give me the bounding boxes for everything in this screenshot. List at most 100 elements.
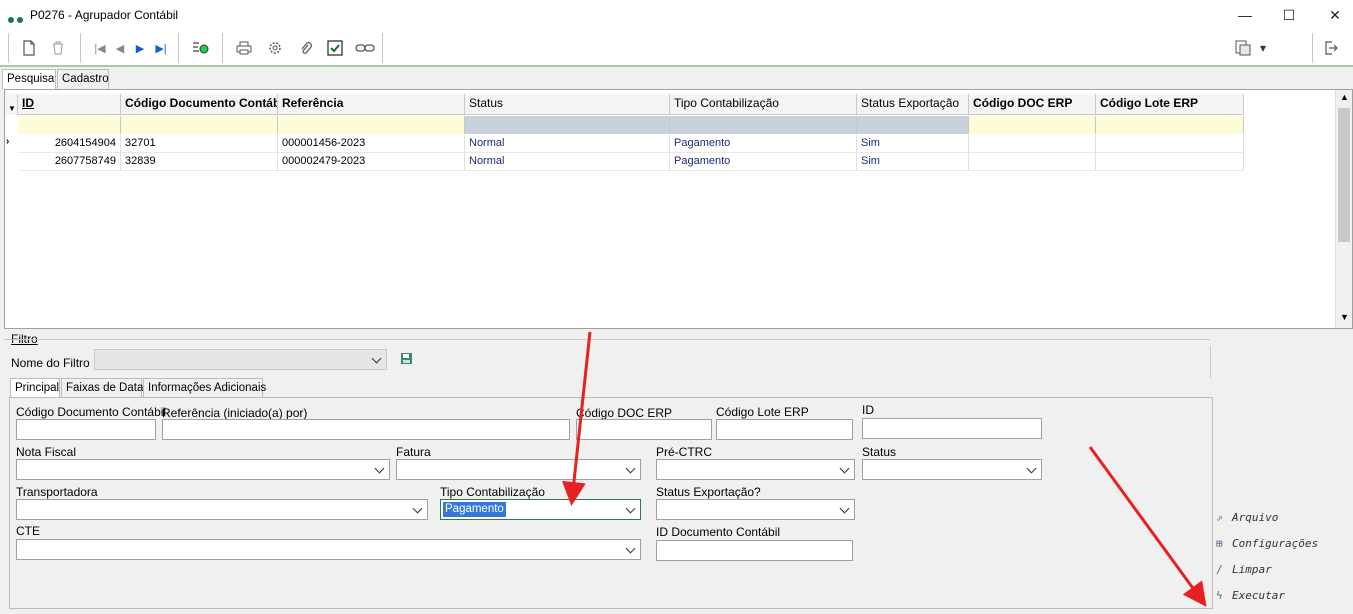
filter-cell-status[interactable] — [465, 116, 670, 134]
minimize-button[interactable]: — — [1230, 4, 1260, 26]
table-cell[interactable] — [969, 135, 1096, 153]
status-select[interactable] — [862, 459, 1042, 480]
scroll-down-icon[interactable]: ▼ — [1340, 312, 1349, 322]
filter-cell-codigo-documento[interactable] — [121, 116, 278, 134]
search-record-icon[interactable] — [190, 37, 212, 59]
last-record-icon[interactable]: ▶| — [150, 37, 172, 59]
previous-record-icon[interactable]: ◀ — [109, 37, 131, 59]
maximize-button[interactable]: ☐ — [1274, 4, 1304, 26]
vertical-scrollbar[interactable]: ▲ ▼ — [1335, 90, 1352, 328]
next-record-icon[interactable]: ▶ — [129, 37, 151, 59]
tipo-contabilizacao-label: Tipo Contabilização — [440, 485, 545, 499]
pre-ctrc-label: Pré-CTRC — [656, 445, 712, 459]
save-filter-icon[interactable] — [400, 352, 413, 368]
col-header-codigo-documento[interactable]: Código Documento Contáb — [121, 94, 278, 115]
column-menu-icon[interactable]: ▼ — [5, 94, 18, 115]
filter-cell-status-exportacao[interactable] — [857, 116, 969, 134]
table-cell[interactable]: Normal — [465, 153, 670, 171]
tab-cadastro[interactable]: Cadastro — [57, 69, 109, 89]
fatura-select[interactable] — [396, 459, 641, 480]
codigo-doc-erp-input[interactable] — [576, 419, 712, 440]
referencia-input[interactable] — [162, 419, 570, 440]
filter-cell-codigo-lote-erp[interactable] — [1096, 116, 1244, 134]
transportadora-label: Transportadora — [16, 485, 98, 499]
cte-label: CTE — [16, 524, 40, 538]
tipo-contabilizacao-select[interactable]: Pagamento — [440, 499, 641, 520]
table-cell[interactable]: 000001456-2023 — [278, 135, 465, 153]
attachment-icon[interactable] — [294, 37, 316, 59]
tab-informacoes-adicionais[interactable]: Informações Adicionais — [143, 378, 266, 398]
nota-fiscal-select[interactable] — [16, 459, 390, 480]
app-logo — [8, 12, 26, 26]
configuracoes-action[interactable]: ⊞ Configurações — [1216, 537, 1318, 550]
limpar-action[interactable]: ∕ Limpar — [1216, 563, 1272, 576]
status-exportacao-label: Status Exportação? — [656, 485, 761, 499]
nota-fiscal-label: Nota Fiscal — [16, 445, 77, 459]
export-icon[interactable] — [1232, 37, 1254, 59]
table-cell[interactable]: Sim — [857, 135, 969, 153]
tab-faixas-de-data[interactable]: Faixas de Data — [61, 378, 143, 398]
table-cell[interactable]: 32839 — [121, 153, 278, 171]
tab-pesquisa[interactable]: Pesquisa — [2, 69, 56, 89]
results-grid: ▼ ID Código Documento Contáb Referência … — [4, 89, 1353, 329]
title-bar: P0276 - Agrupador Contábil — ☐ ✕ — [0, 0, 1353, 31]
table-cell[interactable]: Sim — [857, 153, 969, 171]
checkbox-confirm-icon[interactable] — [324, 37, 346, 59]
status-label: Status — [862, 445, 897, 459]
col-header-id[interactable]: ID — [18, 94, 121, 115]
id-documento-contabil-input[interactable] — [656, 540, 853, 561]
filter-name-label: Nome do Filtro — [11, 356, 90, 370]
table-cell[interactable]: 32701 — [121, 135, 278, 153]
arquivo-action[interactable]: ⇗ Arquivo — [1216, 511, 1278, 524]
table-cell[interactable]: 2607758749 — [18, 153, 121, 171]
status-exportacao-select[interactable] — [656, 499, 855, 520]
codigo-lote-erp-input[interactable] — [716, 419, 853, 440]
new-document-icon[interactable] — [18, 37, 40, 59]
filter-cell-referencia[interactable] — [278, 116, 465, 134]
close-button[interactable]: ✕ — [1320, 4, 1350, 26]
col-header-status-exportacao[interactable]: Status Exportação — [857, 94, 969, 115]
exit-icon[interactable] — [1320, 37, 1342, 59]
col-header-codigo-lote-erp[interactable]: Código Lote ERP — [1096, 94, 1244, 115]
id-documento-contabil-label: ID Documento Contábil — [656, 525, 781, 539]
cte-select[interactable] — [16, 539, 641, 560]
tipo-contabilizacao-value: Pagamento — [443, 502, 506, 517]
scroll-thumb[interactable] — [1338, 108, 1350, 242]
filter-pane: Filtro Nome do Filtro Principal Faixas d… — [4, 330, 1353, 614]
toolbar: |◀ ◀ ▶ ▶| ▾ — [0, 31, 1353, 67]
tree-config-icon: ⊞ — [1216, 537, 1223, 550]
pre-ctrc-select[interactable] — [656, 459, 855, 480]
link-icon[interactable] — [354, 37, 376, 59]
id-input[interactable] — [862, 418, 1042, 439]
codigo-documento-contabil-input[interactable] — [16, 419, 156, 440]
codigo-doc-erp-label: Código DOC ERP — [576, 406, 673, 420]
export-dropdown-icon[interactable]: ▾ — [1252, 37, 1274, 59]
table-cell[interactable]: 000002479-2023 — [278, 153, 465, 171]
col-header-status[interactable]: Status — [465, 94, 670, 115]
table-cell[interactable]: Normal — [465, 135, 670, 153]
filter-cell-id[interactable] — [18, 116, 121, 134]
print-icon[interactable] — [233, 37, 255, 59]
filter-cell-codigo-doc-erp[interactable] — [969, 116, 1096, 134]
codigo-lote-erp-label: Código Lote ERP — [716, 405, 809, 419]
filter-cell-tipo-contabilizacao[interactable] — [670, 116, 857, 134]
transportadora-select[interactable] — [16, 499, 428, 520]
col-header-codigo-doc-erp[interactable]: Código DOC ERP — [969, 94, 1096, 115]
table-cell[interactable] — [1096, 135, 1244, 153]
filter-name-select[interactable] — [94, 349, 387, 370]
col-header-referencia[interactable]: Referência — [278, 94, 465, 115]
executar-action[interactable]: ϟ Executar — [1216, 589, 1285, 602]
delete-icon[interactable] — [47, 37, 69, 59]
table-cell[interactable]: Pagamento — [670, 153, 857, 171]
col-header-tipo-contabilizacao[interactable]: Tipo Contabilização — [670, 94, 857, 115]
table-cell[interactable]: Pagamento — [670, 135, 857, 153]
scroll-up-icon[interactable]: ▲ — [1340, 92, 1349, 102]
table-cell[interactable] — [1096, 153, 1244, 171]
folder-open-icon: ⇗ — [1216, 511, 1223, 524]
table-cell[interactable] — [969, 153, 1096, 171]
first-record-icon[interactable]: |◀ — [89, 37, 111, 59]
tab-principal[interactable]: Principal — [10, 378, 60, 398]
window-title: P0276 - Agrupador Contábil — [30, 8, 179, 22]
table-cell[interactable]: 2604154904 — [18, 135, 121, 153]
gear-icon[interactable] — [264, 37, 286, 59]
